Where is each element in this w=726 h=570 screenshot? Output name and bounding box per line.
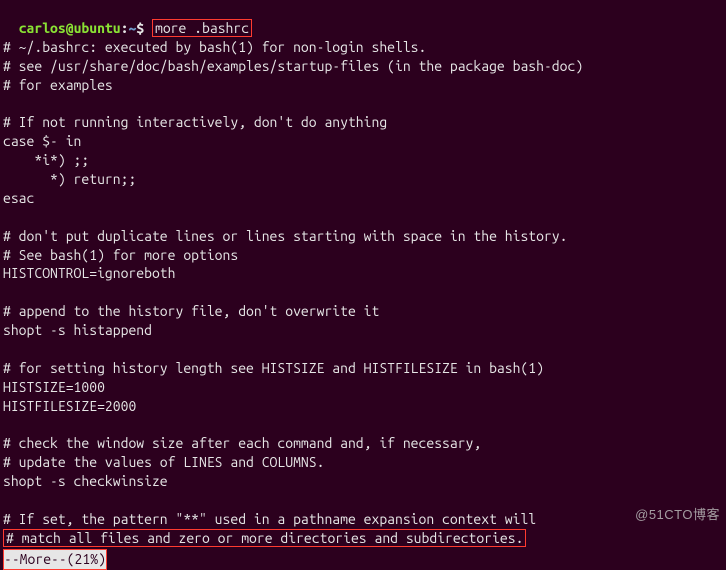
- output-line: # don't put duplicate lines or lines sta…: [3, 227, 723, 246]
- output-line: [3, 491, 723, 510]
- output-line: # for examples: [3, 76, 723, 95]
- output-line: # If set, the pattern "**" used in a pat…: [3, 510, 723, 529]
- output-line: # See bash(1) for more options: [3, 246, 723, 265]
- output-line: HISTSIZE=1000: [3, 378, 723, 397]
- watermark: @51CTO博客: [635, 506, 720, 524]
- command-highlight: more .bashrc: [152, 19, 252, 37]
- output-line: [3, 416, 723, 435]
- output-line: [3, 208, 723, 227]
- highlighted-line-box: # match all files and zero or more direc…: [3, 529, 526, 547]
- more-status-line[interactable]: --More--(21%): [3, 548, 723, 570]
- output-line: [3, 283, 723, 302]
- output-line: # see /usr/share/doc/bash/examples/start…: [3, 57, 723, 76]
- output-line: HISTFILESIZE=2000: [3, 397, 723, 416]
- output-line: *) return;;: [3, 170, 723, 189]
- prompt-symbol: $: [136, 20, 144, 36]
- output-line: *i*) ;;: [3, 151, 723, 170]
- highlighted-output-line: # match all files and zero or more direc…: [3, 529, 723, 548]
- output-line: shopt -s checkwinsize: [3, 472, 723, 491]
- output-line: # update the values of LINES and COLUMNS…: [3, 453, 723, 472]
- prompt-line: carlos@ubuntu:~$ more .bashrc: [3, 0, 723, 38]
- command-text: more .bashrc: [155, 20, 249, 36]
- output-line: # append to the history file, don't over…: [3, 302, 723, 321]
- output-line: shopt -s histappend: [3, 321, 723, 340]
- output-line: esac: [3, 189, 723, 208]
- output-line: HISTCONTROL=ignoreboth: [3, 264, 723, 283]
- output-line: # If not running interactively, don't do…: [3, 113, 723, 132]
- more-status-text: --More--(21%): [3, 549, 107, 570]
- output-line: # for setting history length see HISTSIZ…: [3, 359, 723, 378]
- output-line: [3, 94, 723, 113]
- file-output: # ~/.bashrc: executed by bash(1) for non…: [3, 38, 723, 529]
- prompt-user-host: carlos@ubuntu: [19, 20, 121, 36]
- output-line: # check the window size after each comma…: [3, 434, 723, 453]
- output-line: [3, 340, 723, 359]
- output-line: case $- in: [3, 132, 723, 151]
- output-line: # ~/.bashrc: executed by bash(1) for non…: [3, 38, 723, 57]
